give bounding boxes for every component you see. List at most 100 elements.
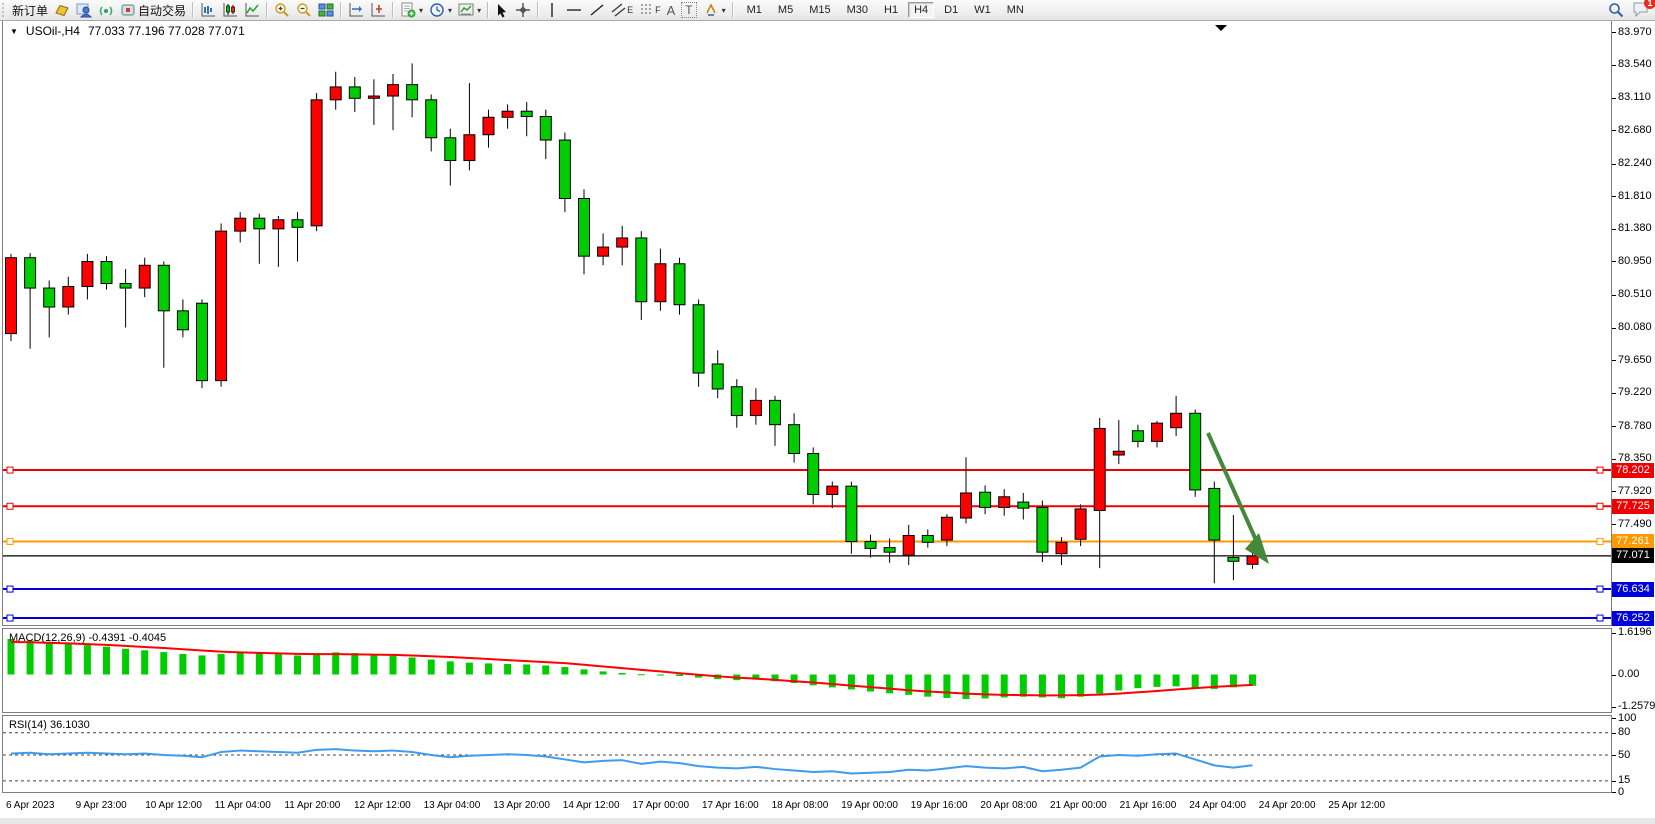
timeframe-M1[interactable]: M1 (741, 2, 768, 18)
axis-tick-mark (1612, 792, 1616, 793)
indicators-dropdown[interactable]: ▾ (397, 1, 426, 19)
text-tool[interactable]: A (664, 1, 679, 19)
cursor-icon (495, 3, 509, 18)
trendline-tool[interactable] (586, 1, 608, 19)
candle-body (1228, 557, 1239, 561)
candle-body (1037, 507, 1048, 552)
macd-bar (963, 675, 970, 699)
profile-button[interactable] (51, 1, 73, 19)
cursor-tool-button[interactable] (492, 1, 512, 19)
periods-dropdown[interactable]: ▾ (426, 1, 455, 19)
candlestick-chart[interactable] (3, 21, 1611, 625)
timeframe-W1[interactable]: W1 (968, 2, 997, 18)
accounts-button[interactable] (73, 1, 95, 19)
line-handle[interactable] (7, 503, 13, 509)
zoom-in-icon (274, 2, 290, 18)
shift-chart-button[interactable] (345, 1, 367, 19)
price-axis[interactable]: 83.97083.54083.11082.68082.24081.81081.3… (1612, 20, 1655, 818)
candle-body (483, 117, 494, 134)
line-handle[interactable] (7, 615, 13, 621)
candle-body (388, 85, 399, 96)
line-handle[interactable] (7, 586, 13, 592)
candle-body (961, 493, 972, 518)
date-label: 24 Apr 04:00 (1189, 800, 1246, 811)
line-handle[interactable] (7, 538, 13, 544)
search-icon[interactable] (1608, 2, 1624, 18)
auto-scroll-button[interactable] (367, 1, 389, 19)
rsi-chart[interactable] (3, 716, 1611, 792)
autotrading-button[interactable]: 自动交易 (117, 1, 189, 19)
date-axis[interactable]: 6 Apr 20239 Apr 23:0010 Apr 12:0011 Apr … (2, 793, 1612, 818)
axis-tick-label: 79.220 (1618, 386, 1652, 399)
macd-bar (1020, 675, 1027, 697)
candlestick-chart-button[interactable] (219, 1, 241, 19)
timeframe-M15[interactable]: M15 (803, 2, 836, 18)
axis-tick-mark (1612, 524, 1616, 525)
axis-tick-mark (1612, 781, 1616, 782)
macd-bar (1154, 675, 1161, 687)
arrows-icon (703, 2, 719, 18)
candle-body (177, 311, 188, 330)
horizontal-line-tool[interactable] (562, 1, 586, 19)
timeframe-MN[interactable]: MN (1001, 2, 1030, 18)
profile-icon (54, 2, 70, 18)
line-handle[interactable] (1597, 503, 1603, 509)
tile-windows-button[interactable] (315, 1, 337, 19)
candlestick-chart-icon (222, 2, 238, 18)
macd-bar (65, 644, 72, 675)
toolbar-separator (392, 2, 394, 18)
toolbar-grip[interactable] (2, 3, 7, 17)
line-chart-button[interactable] (241, 1, 263, 19)
candle-body (273, 220, 284, 229)
candle-body (1018, 502, 1029, 508)
timeframe-D1[interactable]: D1 (938, 2, 964, 18)
vertical-line-tool[interactable] (542, 1, 562, 19)
toolbar-separator (192, 2, 194, 18)
date-label: 12 Apr 12:00 (354, 800, 411, 811)
zoom-out-button[interactable] (293, 1, 315, 19)
timeframe-H1[interactable]: H1 (878, 2, 904, 18)
arrows-dropdown[interactable]: ▾ (700, 1, 729, 19)
equidistant-channel-tool[interactable]: E (608, 1, 636, 19)
macd-bar (332, 652, 339, 674)
toolbar-separator (487, 2, 489, 18)
auto-scroll-icon (370, 2, 386, 18)
line-handle[interactable] (1597, 615, 1603, 621)
bar-chart-button[interactable] (197, 1, 219, 19)
notifications-button[interactable]: 1 (1632, 1, 1649, 20)
date-label: 21 Apr 16:00 (1120, 800, 1177, 811)
symbol-dropdown-icon[interactable]: ▼ (10, 27, 18, 36)
new-order-button[interactable]: 新订单 (9, 1, 51, 19)
templates-dropdown[interactable]: ▾ (455, 1, 484, 19)
text-label-tool[interactable]: T (678, 1, 699, 19)
zoom-in-button[interactable] (271, 1, 293, 19)
macd-indicator-label: MACD(12,26,9) -0.4391 -0.4045 (9, 632, 166, 644)
date-label: 9 Apr 23:00 (76, 800, 127, 811)
chart-shift-marker[interactable] (1215, 25, 1227, 31)
price-line-label: 76.634 (1612, 582, 1654, 597)
line-handle[interactable] (1597, 467, 1603, 473)
candle-body (254, 218, 265, 229)
macd-chart[interactable] (3, 629, 1611, 712)
macd-bar (523, 664, 530, 674)
candle-body (311, 100, 322, 226)
line-handle[interactable] (7, 467, 13, 473)
line-handle[interactable] (1597, 538, 1603, 544)
signals-button[interactable] (95, 1, 117, 19)
fibonacci-tool[interactable]: F (636, 1, 664, 19)
timeframe-H4[interactable]: H4 (908, 2, 934, 18)
macd-bar (867, 675, 874, 692)
macd-bar (619, 673, 626, 675)
axis-tick-label: 80.510 (1618, 288, 1652, 301)
timeframe-M5[interactable]: M5 (772, 2, 799, 18)
axis-tick-label: 80.080 (1618, 321, 1652, 334)
timeframe-M30[interactable]: M30 (841, 2, 874, 18)
candle-body (139, 265, 150, 288)
axis-tick-label: 80.950 (1618, 255, 1652, 268)
line-handle[interactable] (1597, 586, 1603, 592)
axis-tick-label: 1.6196 (1618, 626, 1652, 639)
rsi-line (11, 749, 1253, 773)
macd-bar (638, 674, 645, 675)
chevron-down-icon: ▾ (448, 6, 452, 15)
crosshair-tool-button[interactable] (512, 1, 534, 19)
